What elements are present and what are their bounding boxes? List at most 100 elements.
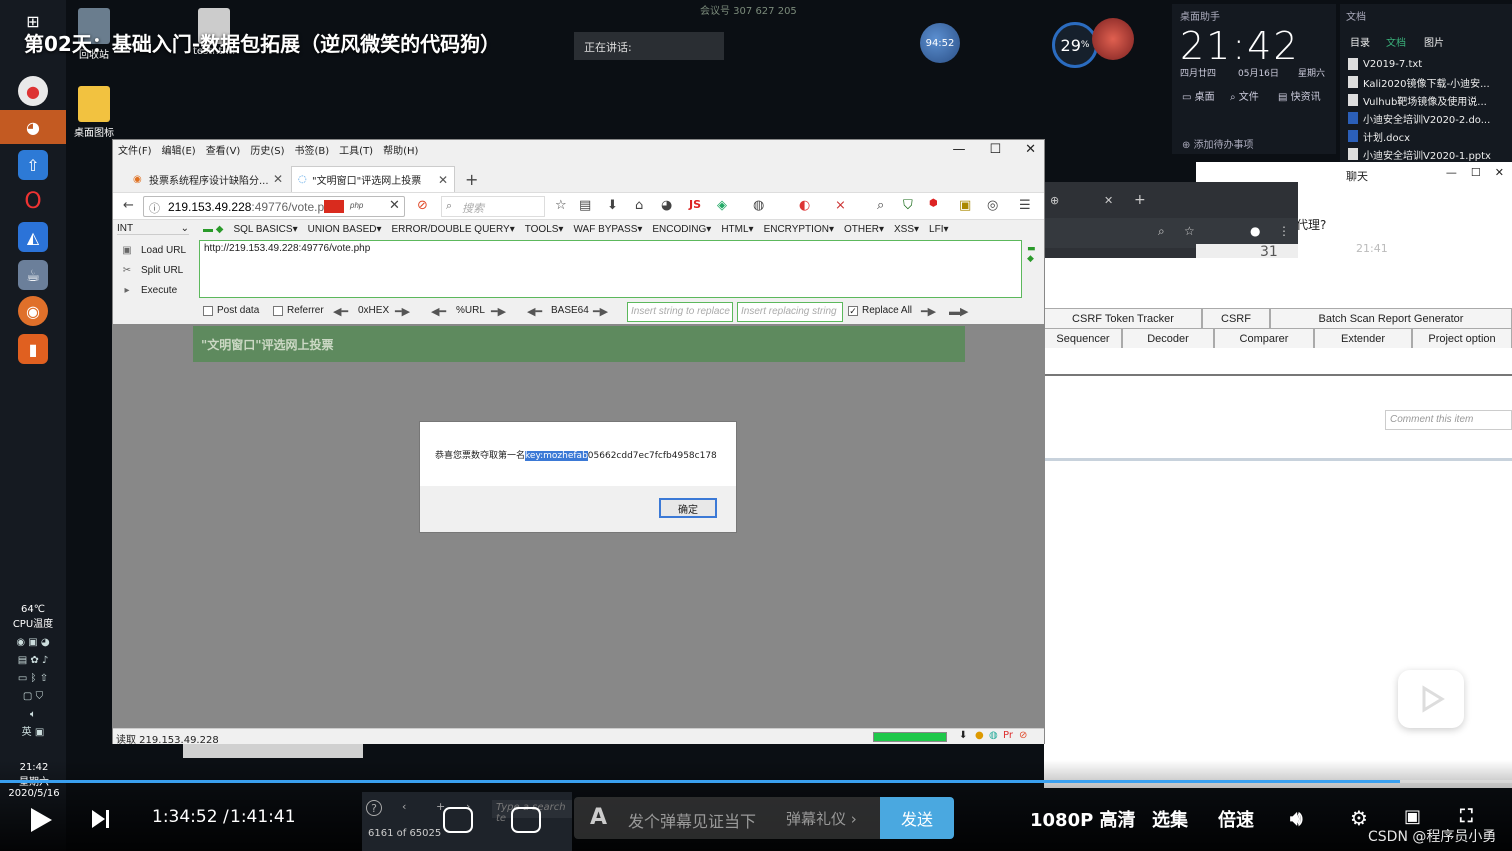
hackbar-menu-item[interactable]: SQL BASICS▾: [233, 224, 297, 235]
execute-button[interactable]: ▸ Execute: [117, 280, 197, 300]
block-icon[interactable]: ⊘: [1019, 730, 1027, 741]
quality-button[interactable]: 1080P 高清: [1030, 806, 1136, 832]
search-input[interactable]: ⌕ 搜索: [441, 196, 545, 217]
tray-icon[interactable]: ▤: [18, 655, 27, 666]
hackbar-menu-item[interactable]: ENCRYPTION▾: [764, 224, 834, 235]
add-todo-button[interactable]: ⊕ 添加待办事项: [1182, 136, 1254, 151]
addon-globe-icon[interactable]: ◈: [717, 198, 727, 213]
opera-icon[interactable]: O: [18, 186, 48, 216]
back-icon[interactable]: ←: [123, 198, 134, 213]
tray-icon[interactable]: ✿: [30, 655, 38, 666]
java-app-icon[interactable]: ☕: [18, 260, 48, 290]
globe-icon[interactable]: ◍: [989, 730, 998, 741]
mic-icon[interactable]: ♪: [42, 655, 48, 666]
hackbar-menu-item[interactable]: XSS▾: [894, 224, 919, 235]
addon-circle-icon[interactable]: ◕: [661, 198, 672, 213]
desktop-icon-desktop[interactable]: 桌面图标: [64, 86, 124, 139]
list-item[interactable]: Kali2020镜像下载-小迪安...: [1348, 74, 1490, 90]
bookmark-star-icon[interactable]: ☆: [555, 198, 567, 213]
library-icon[interactable]: ▤: [579, 198, 591, 213]
close-icon[interactable]: ✕: [1025, 142, 1036, 157]
addon-icon[interactable]: ●: [975, 730, 984, 741]
hex-encode-arrow-icon[interactable]: ━▶: [395, 305, 410, 318]
send-danmu-button[interactable]: 发送: [880, 797, 954, 839]
monitor-icon[interactable]: ▢: [23, 691, 32, 702]
close-icon[interactable]: ✕: [438, 173, 448, 187]
list-item[interactable]: 小迪安全培训V2020-2.do...: [1348, 110, 1490, 126]
list-item[interactable]: 计划.docx: [1348, 128, 1410, 144]
menu-icon[interactable]: ⋮: [1278, 224, 1290, 238]
new-tab-icon[interactable]: +: [1134, 192, 1146, 208]
info-icon[interactable]: ⓘ: [149, 200, 160, 216]
replace-reverse-arrow-icon[interactable]: ▬▶: [949, 305, 968, 318]
app-arrow-icon[interactable]: ⇧: [18, 150, 48, 180]
addon-icon[interactable]: ⊘: [417, 198, 428, 213]
menu-item[interactable]: 查看(V): [206, 142, 241, 157]
chrome-icon[interactable]: ●: [18, 76, 48, 106]
globe-icon[interactable]: ◎: [987, 198, 998, 213]
settings-gear-icon[interactable]: ⚙: [1350, 806, 1368, 830]
volume-icon[interactable]: 🔊︎: [1290, 806, 1303, 830]
list-item[interactable]: V2019-7.txt: [1348, 56, 1422, 72]
danmu-input[interactable]: A 发个弹幕见证当下 弹幕礼仪 ›: [574, 797, 880, 839]
menu-item[interactable]: 历史(S): [250, 142, 284, 157]
hackbar-menu-item[interactable]: LFI▾: [929, 224, 948, 235]
menu-item[interactable]: 帮助(H): [383, 142, 418, 157]
hackbar-menu-item[interactable]: OTHER▾: [844, 224, 884, 235]
star-icon[interactable]: ☆: [1184, 224, 1195, 238]
tab-vote-page[interactable]: ◌ "文明窗口"评选网上投票 ✕: [291, 166, 455, 192]
hackbar-menu-item[interactable]: ENCODING▾: [652, 224, 711, 235]
proxy-icon[interactable]: ◐: [799, 198, 810, 213]
url-bar[interactable]: ⓘ 219.153.49.228:49776/vote.p php: [143, 196, 405, 217]
base64-decode-arrow-icon[interactable]: ◀━: [527, 305, 542, 318]
url-encode-arrow-icon[interactable]: ━▶: [491, 305, 506, 318]
fullscreen-icon[interactable]: ⛶: [1460, 806, 1473, 827]
chat-tray-icon[interactable]: ▭: [18, 673, 27, 684]
hackbar-url-textarea[interactable]: http://219.153.49.228:49776/vote.php: [199, 240, 1022, 298]
zoom-icon[interactable]: ⌕: [877, 198, 884, 213]
menu-item[interactable]: 文件(F): [118, 142, 152, 157]
input-method-icon[interactable]: ▣: [35, 727, 44, 738]
volume-icon[interactable]: 🔈︎: [30, 709, 36, 720]
hackbar-type-select[interactable]: INT ⌄: [117, 223, 189, 235]
avatar[interactable]: [1092, 18, 1134, 60]
referrer-checkbox[interactable]: Referrer: [273, 305, 324, 316]
tray-icon[interactable]: ⇧: [40, 673, 48, 684]
adblock-icon[interactable]: ⬢: [929, 198, 938, 209]
url-decode-arrow-icon[interactable]: ◀━: [431, 305, 446, 318]
list-item[interactable]: 小迪安全培训V2020-1.pptx: [1348, 146, 1491, 162]
burp-comment-input[interactable]: Comment this item: [1385, 410, 1512, 430]
zoom-icon[interactable]: ⌕: [1158, 224, 1165, 239]
hackbar-toggle-icon[interactable]: ⨯: [835, 198, 846, 213]
browser2-tab[interactable]: ⊕ ✕: [1044, 190, 1124, 212]
ime-indicator[interactable]: 英: [22, 727, 32, 738]
post-data-checkbox[interactable]: Post data: [203, 305, 259, 316]
tray-icon[interactable]: ▣: [28, 637, 37, 648]
home-icon[interactable]: ⌂: [635, 198, 643, 213]
meeting-app-icon[interactable]: ◭: [18, 222, 48, 252]
hex-decode-arrow-icon[interactable]: ◀━: [333, 305, 348, 318]
docs-tab-images[interactable]: 图片: [1424, 34, 1444, 49]
firefox-icon[interactable]: ◉: [18, 296, 48, 326]
danmu-etiquette-link[interactable]: 弹幕礼仪 ›: [786, 808, 857, 829]
menu-item[interactable]: 编辑(E): [162, 142, 196, 157]
extension-n-icon[interactable]: ▣: [959, 198, 971, 213]
minimize-icon[interactable]: —: [952, 142, 965, 157]
hackbar-menu-item[interactable]: ERROR/DOUBLE QUERY▾: [392, 224, 515, 235]
picture-in-picture-icon[interactable]: ▣: [1404, 806, 1421, 827]
menu-item[interactable]: 工具(T): [339, 142, 373, 157]
burp-icon[interactable]: ▮: [18, 334, 48, 364]
shield-icon[interactable]: ⛉: [36, 691, 44, 702]
close-icon[interactable]: ✕: [1104, 194, 1113, 207]
docs-tab-docs[interactable]: 文档: [1386, 34, 1406, 49]
widget-desktop-link[interactable]: ▭ 桌面: [1182, 88, 1215, 103]
qq-icon[interactable]: ◕: [0, 110, 66, 144]
burp-tab[interactable]: CSRF: [1202, 308, 1270, 328]
tray-icon[interactable]: ◉: [16, 637, 25, 648]
episodes-button[interactable]: 选集: [1152, 806, 1188, 832]
download-icon[interactable]: ⬇: [959, 730, 967, 741]
widget-file-link[interactable]: ⌕ 文件: [1230, 88, 1259, 103]
burp-tab[interactable]: Decoder: [1122, 328, 1214, 348]
replacing-string-input[interactable]: Insert replacing string: [737, 302, 843, 322]
maximize-icon[interactable]: ☐: [1471, 166, 1481, 179]
